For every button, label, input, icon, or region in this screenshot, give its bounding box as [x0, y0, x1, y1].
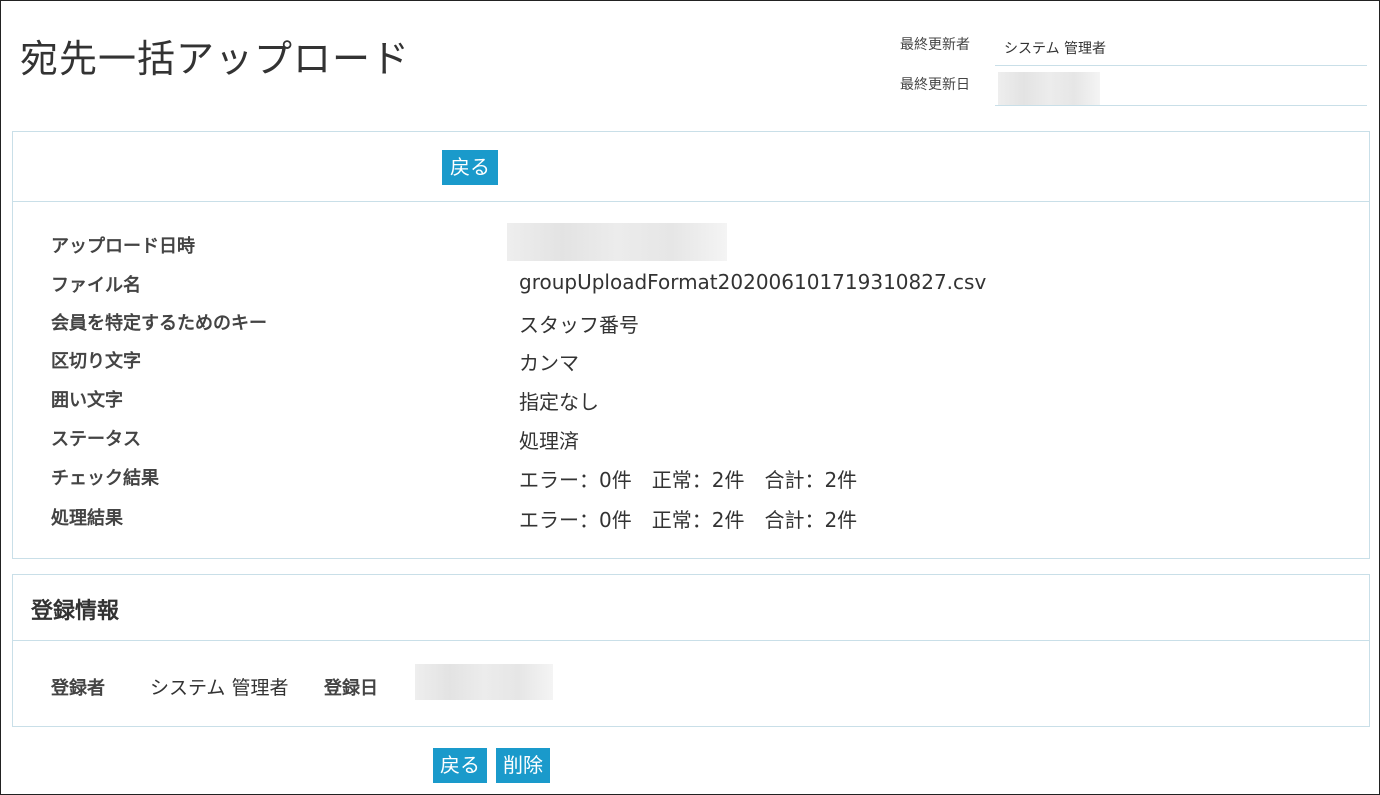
page-title: 宛先一括アップロード [20, 37, 411, 81]
meta-updated-date-row: 最終更新日 [900, 70, 1367, 106]
process-result-label: 処理結果 [51, 508, 123, 529]
registrant-value: システム 管理者 [150, 677, 289, 699]
key-value: スタッフ番号 [519, 313, 639, 337]
key-label: 会員を特定するためのキー [51, 313, 267, 334]
check-result-label: チェック結果 [51, 468, 159, 489]
updated-by-label: 最終更新者 [900, 37, 970, 53]
filename-value: groupUploadFormat202006101719310827.csv [519, 270, 987, 294]
enclosure-value: 指定なし [519, 390, 599, 414]
updated-by-value: システム 管理者 [1004, 41, 1107, 57]
registration-panel: 登録情報 登録者 システム 管理者 登録日 [12, 574, 1370, 727]
process-result-value: エラー：0件 正常：2件 合計：2件 [519, 508, 858, 532]
meta-updated-by-row: 最終更新者 システム 管理者 [900, 30, 1367, 66]
status-label: ステータス [51, 429, 141, 450]
delete-button[interactable]: 削除 [496, 748, 550, 783]
updated-date-label: 最終更新日 [900, 77, 970, 93]
registrant-label: 登録者 [51, 678, 105, 699]
panel-divider [13, 201, 1369, 202]
upload-datetime-label: アップロード日時 [51, 236, 195, 257]
filename-label: ファイル名 [51, 275, 141, 296]
meta-divider [995, 65, 1367, 66]
delimiter-value: カンマ [519, 351, 579, 375]
detail-panel: 戻る アップロード日時 ファイル名 groupUploadFormat20200… [12, 131, 1370, 559]
back-button-top[interactable]: 戻る [442, 150, 498, 185]
delimiter-label: 区切り文字 [51, 351, 141, 372]
panel-divider [13, 640, 1369, 641]
updated-date-redacted [998, 72, 1100, 106]
check-result-value: エラー：0件 正常：2件 合計：2件 [519, 468, 858, 492]
back-button-bottom[interactable]: 戻る [433, 748, 487, 783]
registered-date-redacted [415, 664, 553, 700]
enclosure-label: 囲い文字 [51, 390, 123, 411]
meta-divider [995, 105, 1367, 106]
upload-datetime-redacted [507, 223, 727, 261]
registered-date-label: 登録日 [324, 678, 378, 699]
status-value: 処理済 [519, 429, 579, 453]
registration-title: 登録情報 [31, 599, 120, 624]
